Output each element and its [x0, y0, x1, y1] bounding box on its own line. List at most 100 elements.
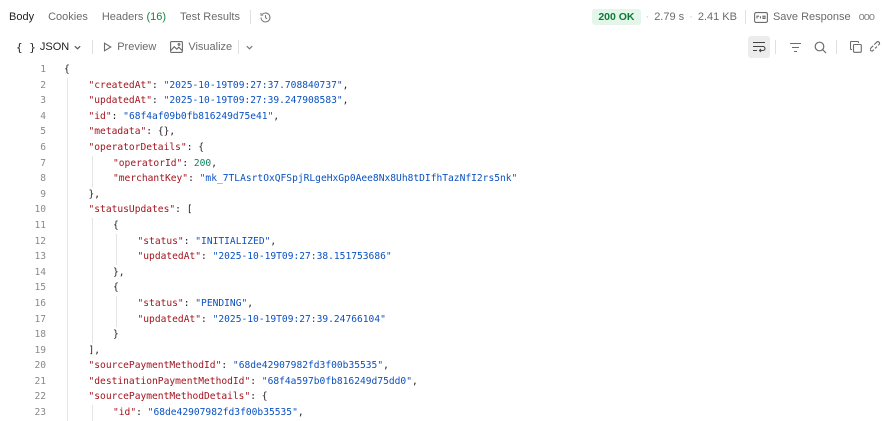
- json-key: "id": [113, 407, 137, 419]
- link-icon[interactable]: [870, 36, 882, 58]
- json-punctuation: ,: [247, 297, 254, 309]
- visualize-chevron-icon[interactable]: [238, 40, 254, 54]
- code-line: 8 "merchantKey": "mk_7TLAsrtOxQFSpjRLgeHx…: [0, 171, 882, 187]
- line-number: 20: [34, 360, 46, 372]
- code-text: {: [113, 280, 119, 296]
- indent-guide: [91, 217, 93, 234]
- code-line: 4 "id": "68f4af09b0fb816249d75e41",: [0, 108, 882, 125]
- code-line: 9},: [0, 186, 882, 203]
- json-punctuation: ,: [273, 110, 280, 122]
- save-response-button[interactable]: Save Response: [754, 11, 851, 23]
- tab-headers[interactable]: Headers (16): [102, 11, 166, 23]
- json-punctuation: :: [188, 173, 200, 185]
- save-response-label: Save Response: [772, 11, 851, 23]
- json-punctuation: ,: [270, 235, 277, 247]
- tab-test-results[interactable]: Test Results: [180, 11, 240, 23]
- indent-guide: [67, 280, 68, 296]
- json-key: "createdAt": [88, 79, 153, 91]
- indent-guide: [67, 295, 68, 312]
- line-number: 10: [34, 204, 46, 216]
- line-number: 6: [40, 141, 46, 153]
- json-key: "updatedAt": [137, 313, 202, 325]
- json-number: 200: [193, 157, 212, 169]
- line-number: 9: [40, 188, 46, 200]
- json-string: "68de42907982fd3f00b35535": [147, 407, 298, 419]
- format-label: JSON: [39, 41, 70, 53]
- json-punctuation: },: [88, 188, 101, 200]
- code-text: "status": "PENDING",: [138, 296, 254, 312]
- json-punctuation: : [: [175, 204, 193, 216]
- play-icon: [103, 42, 113, 52]
- indent-guide: [67, 139, 68, 156]
- indent-guide: [91, 233, 93, 250]
- json-string: "68f4af09b0fb816249d75e41": [123, 110, 274, 122]
- json-punctuation: : {: [186, 141, 205, 153]
- json-punctuation: : {},: [146, 126, 176, 138]
- toolbar-actions: [745, 34, 882, 60]
- code-text: "merchantKey": "mk_7TLAsrtOxQFSpjRLgeHxG…: [113, 171, 517, 187]
- code-text: ],: [89, 343, 101, 359]
- json-key: "status": [137, 297, 184, 309]
- response-size[interactable]: 2.41 KB: [698, 11, 737, 23]
- code-line: 16 "status": "PENDING",: [0, 295, 882, 312]
- copy-icon[interactable]: [845, 36, 867, 58]
- response-time[interactable]: 2.79 s: [654, 11, 684, 23]
- filter-icon[interactable]: [784, 36, 806, 58]
- code-line: 15 {: [0, 280, 882, 296]
- indent-guide: [67, 389, 68, 406]
- code-line: 2 "createdAt": "2025-10-19T09:27:37.70884…: [0, 77, 882, 94]
- json-punctuation: ,: [297, 407, 304, 419]
- tabs-divider: [249, 10, 251, 24]
- visualize-button[interactable]: Visualize: [170, 41, 232, 53]
- line-number: 1: [40, 64, 46, 75]
- wrap-lines-icon[interactable]: [748, 36, 770, 58]
- indent-guide: [67, 327, 68, 343]
- history-icon[interactable]: [259, 11, 272, 24]
- response-meta: 200 OK · 2.79 s · 2.41 KB Save Response …: [592, 0, 875, 34]
- json-punctuation: ,: [383, 360, 389, 372]
- response-tabs-bar: Body Cookies Headers (16) Test Results 2…: [0, 0, 882, 34]
- toolbar-divider: [836, 40, 837, 54]
- code-line: 18}: [0, 327, 882, 343]
- toolbar-divider: [92, 40, 94, 54]
- json-punctuation: ,: [411, 375, 418, 387]
- code-text: "sourcePaymentMethodId": "68de42907982fd…: [89, 358, 389, 374]
- preview-button[interactable]: Preview: [103, 41, 156, 53]
- code-line: 20 "sourcePaymentMethodId": "68de42907982…: [0, 358, 882, 374]
- indent-guide: [67, 155, 68, 172]
- indent-guide: [67, 373, 68, 390]
- format-dropdown[interactable]: { } JSON: [16, 41, 82, 54]
- json-string: "2025-10-19T09:27:39.247908583": [163, 95, 343, 107]
- visualize-icon: [170, 41, 184, 53]
- code-line: 14},: [0, 264, 882, 281]
- indent-guide: [91, 155, 93, 172]
- indent-guide: [91, 249, 93, 265]
- code-text: "updatedAt": "2025-10-19T09:27:38.151753…: [138, 249, 392, 265]
- tab-body[interactable]: Body: [9, 11, 34, 23]
- code-text: {: [113, 218, 119, 234]
- json-key: "sourcePaymentMethodId": [88, 360, 222, 372]
- code-text: "operatorId": 200,: [113, 156, 217, 172]
- status-badge[interactable]: 200 OK: [592, 9, 641, 25]
- json-response-viewer[interactable]: 1{2 "createdAt": "2025-10-19T09:27:37.708…: [0, 62, 882, 421]
- code-text: "operatorDetails": {: [89, 140, 205, 156]
- line-number: 3: [40, 95, 46, 107]
- code-text: },: [89, 187, 101, 203]
- indent-guide: [67, 311, 68, 328]
- search-icon[interactable]: [809, 36, 831, 58]
- indent-guide: [91, 295, 93, 312]
- code-text: "metadata": {},: [89, 124, 176, 140]
- more-options-icon[interactable]: ooo: [859, 11, 875, 23]
- line-number: 12: [34, 235, 46, 247]
- meta-divider: [744, 10, 746, 24]
- code-line: 17 "updatedAt": "2025-10-19T09:27:39.2476…: [0, 311, 882, 328]
- line-number: 5: [40, 126, 46, 138]
- line-number: 23: [34, 407, 46, 419]
- tab-headers-label: Headers: [101, 11, 144, 23]
- line-number: 8: [40, 173, 46, 185]
- json-string: "mk_7TLAsrtOxQFSpjRLgeHxGp0Aee8Nx8Uh8tDI…: [199, 173, 518, 185]
- json-key: "status": [137, 235, 184, 247]
- indent-guide: [116, 249, 117, 265]
- line-number: 2: [40, 79, 46, 91]
- tab-cookies[interactable]: Cookies: [48, 11, 88, 23]
